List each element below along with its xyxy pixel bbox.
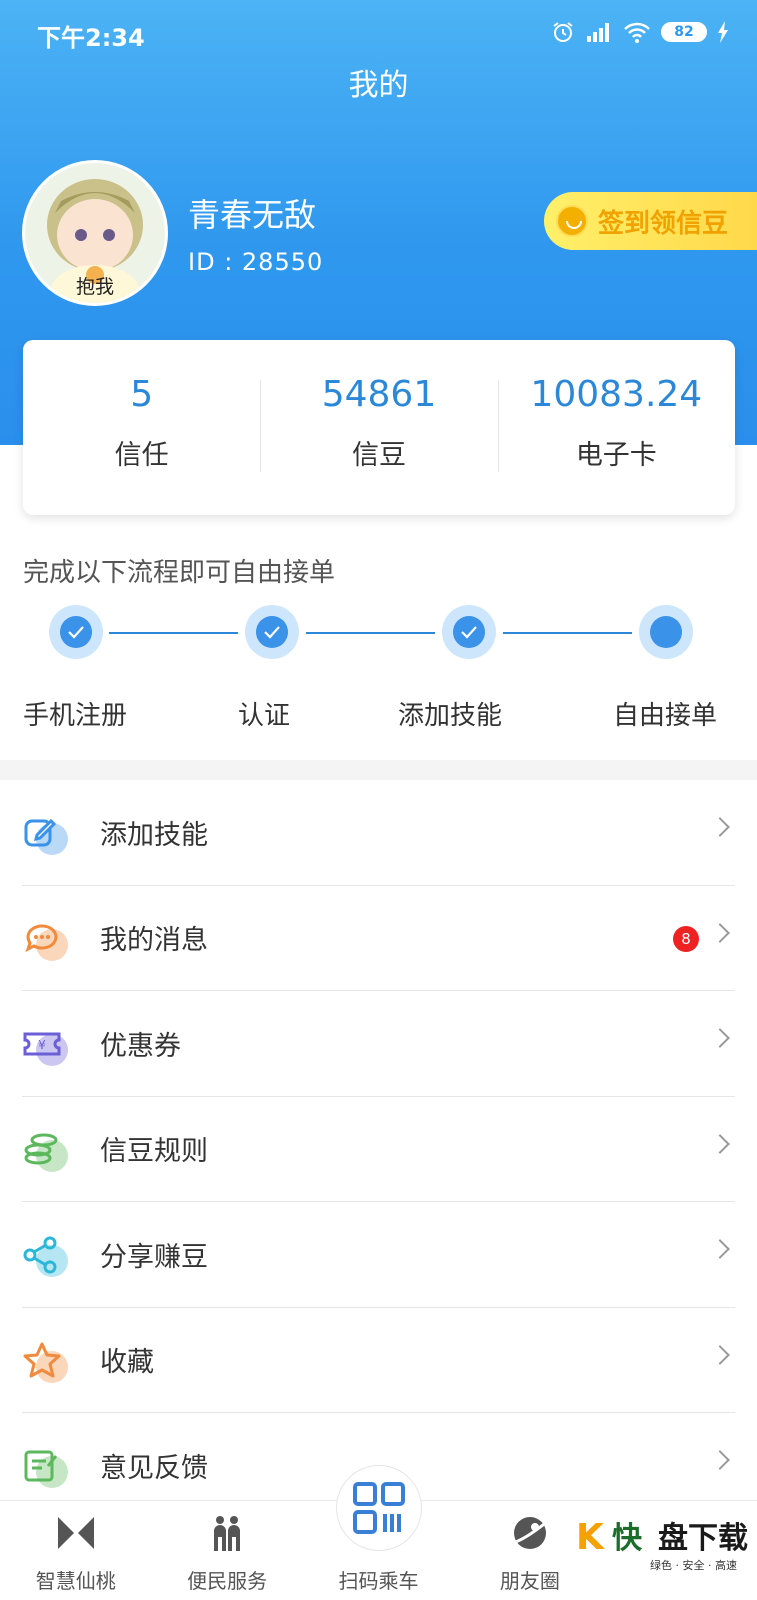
qr-scan-icon (352, 1482, 405, 1534)
stat-ecard[interactable]: 10083.24 电子卡 (497, 340, 735, 515)
tab-scan-ride[interactable]: 扫码乘车 (303, 1465, 454, 1600)
charging-icon (718, 21, 728, 43)
chat-icon (25, 924, 58, 952)
star-icon (23, 1342, 61, 1378)
menu-item-label: 添加技能 (100, 819, 208, 851)
tab-label: 智慧仙桃 (35, 1569, 116, 1593)
tab-xiantao[interactable]: 智慧仙桃 (0, 1501, 151, 1600)
unread-badge: 8 (673, 925, 699, 952)
watermark-k: K (576, 1517, 604, 1558)
xiantao-logo-icon (57, 1517, 94, 1549)
checkin-button[interactable]: 签到领信豆 (544, 192, 757, 250)
stats-card: 5 信任 54861 信豆 10083.24 电子卡 (23, 340, 735, 515)
tab-services[interactable]: 便民服务 (151, 1501, 302, 1600)
menu-item-label: 信豆规则 (100, 1136, 208, 1168)
section-divider (0, 760, 757, 780)
people-icon (214, 1516, 241, 1551)
tab-label: 便民服务 (187, 1569, 268, 1593)
stat-value: 10083.24 (530, 374, 703, 415)
menu-item-label: 优惠券 (100, 1030, 181, 1062)
flow-connector (503, 632, 632, 634)
coins-icon (24, 1133, 58, 1165)
watermark-brand: 快 (612, 1521, 642, 1556)
stat-label: 信任 (114, 440, 169, 471)
watermark-logo: K 快 盘下载 绿色 · 安全 · 高速 (572, 1505, 757, 1595)
smile-coin-icon (556, 205, 588, 237)
chevron-right-icon (710, 1133, 730, 1154)
avatar-caption: 抱我 (75, 276, 114, 298)
chevron-right-icon (710, 1239, 730, 1259)
share-icon (23, 1236, 57, 1274)
svg-text:¥: ¥ (38, 1038, 46, 1052)
stat-label: 信豆 (351, 440, 406, 471)
menu-item-favorites[interactable]: 收藏 (22, 1308, 735, 1413)
chevron-right-icon (710, 1344, 730, 1365)
status-time: 下午2:34 (37, 24, 145, 52)
menu-item-label: 收藏 (100, 1347, 154, 1379)
menu-item-label: 意见反馈 (100, 1452, 208, 1484)
flow-step-done (49, 605, 103, 659)
chevron-right-icon (710, 1028, 730, 1048)
flow-connector (109, 632, 238, 634)
menu-item-add-skill[interactable]: 添加技能 (22, 780, 735, 886)
status-icons: 82 (551, 20, 729, 44)
menu-list: 添加技能 我的消息 8 ¥ 优惠券 信豆规则 分享赚豆 收藏 意见反馈 (0, 780, 757, 1519)
chevron-right-icon (710, 922, 730, 943)
menu-item-coupons[interactable]: ¥ 优惠券 (22, 991, 735, 1097)
stat-beans[interactable]: 54861 信豆 (260, 340, 497, 515)
avatar[interactable]: 抱我 (22, 160, 168, 306)
watermark-slogan: 绿色 · 安全 · 高速 (650, 1559, 737, 1572)
menu-item-bean-rules[interactable]: 信豆规则 (22, 1097, 735, 1202)
flow-step-label: 添加技能 (398, 701, 503, 731)
flow-connector (306, 632, 435, 634)
flow-step-label: 手机注册 (23, 701, 128, 731)
profile-page: 下午2:34 82 我的 抱我 青春无敌 ID : 28550 签到领信豆 5 … (0, 0, 757, 1600)
flow-step-current (639, 605, 693, 659)
check-icon (264, 626, 280, 639)
chevron-right-icon (710, 817, 730, 837)
flow-step-label: 认证 (238, 701, 291, 731)
flow-step-done (245, 605, 299, 659)
stat-label: 电子卡 (575, 440, 657, 471)
flow-step-label: 自由接单 (613, 701, 718, 731)
flow-step-done (442, 605, 496, 659)
username: 青春无敌 (188, 196, 317, 234)
check-icon (68, 626, 84, 639)
stat-value: 5 (130, 374, 154, 415)
user-id: ID : 28550 (188, 248, 324, 276)
menu-item-label: 我的消息 (100, 925, 208, 957)
chevron-right-icon (710, 1450, 730, 1470)
watermark-brand-2: 盘下载 (658, 1521, 748, 1556)
check-icon (461, 626, 477, 639)
battery-indicator: 82 (661, 22, 707, 42)
checkin-label: 签到领信豆 (598, 208, 729, 239)
menu-item-label: 分享赚豆 (100, 1241, 208, 1273)
alarm-icon (553, 22, 573, 42)
coupon-icon: ¥ (23, 1032, 61, 1056)
menu-item-messages[interactable]: 我的消息 8 (22, 886, 735, 991)
progress-flow: 手机注册 认证 添加技能 自由接单 (0, 605, 757, 731)
scan-button-circle (335, 1465, 422, 1551)
tab-label: 扫码乘车 (338, 1569, 419, 1593)
flow-title: 完成以下流程即可自由接单 (23, 558, 336, 588)
page-title: 我的 (348, 68, 409, 103)
menu-item-share[interactable]: 分享赚豆 (22, 1202, 735, 1308)
status-bar: 下午2:34 82 (0, 14, 757, 54)
stat-value: 54861 (321, 374, 437, 415)
signal-icon (587, 23, 609, 42)
planet-icon (511, 1517, 549, 1549)
stat-trust[interactable]: 5 信任 (23, 340, 260, 515)
feedback-icon (24, 1450, 58, 1482)
edit-icon (24, 819, 57, 847)
wifi-icon (624, 22, 650, 43)
